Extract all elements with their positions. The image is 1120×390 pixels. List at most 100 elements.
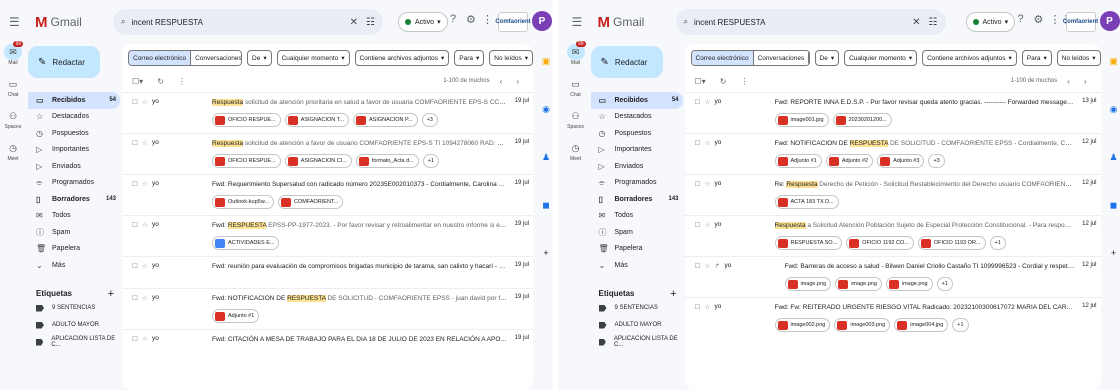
- more-attachments[interactable]: +3: [928, 154, 945, 168]
- attachment-chip[interactable]: OFICIO 1193 OR...: [917, 236, 986, 250]
- add-addon-icon[interactable]: +: [539, 244, 553, 262]
- filter-chip[interactable]: Cualquier momento ▾: [844, 50, 918, 66]
- scope-chip[interactable]: Correo electrónico: [691, 51, 754, 65]
- scope-chip[interactable]: Conversaciones: [753, 51, 809, 65]
- filter-chip[interactable]: De ▾: [247, 50, 272, 66]
- rail-item-meet[interactable]: ◷ Meet: [0, 140, 26, 163]
- filter-chip[interactable]: Contiene archivos adjuntos ▾: [354, 50, 450, 66]
- filter-chip[interactable]: Para ▾: [1021, 50, 1052, 66]
- sidebar-item-recibidos[interactable]: ▭ Recibidos 54: [28, 92, 120, 109]
- row-checkbox[interactable]: ☐: [695, 221, 705, 256]
- rail-item-meet[interactable]: ◷ Meet: [563, 140, 589, 163]
- more-attachments[interactable]: +1: [422, 154, 440, 168]
- star-icon[interactable]: ☆: [705, 221, 715, 256]
- compose-button[interactable]: ✎ Redactar: [590, 46, 663, 78]
- filter-chip[interactable]: No leídos ▾: [489, 50, 533, 66]
- sidebar-item-enviados[interactable]: ▷ Enviados: [591, 158, 683, 175]
- row-checkbox[interactable]: ☐: [695, 98, 705, 133]
- row-checkbox[interactable]: ☐: [132, 221, 142, 256]
- search-options-icon[interactable]: ☷: [366, 17, 375, 28]
- rail-item-chat[interactable]: ▭ Chat: [563, 76, 589, 99]
- sidebar-item-programados[interactable]: ⌯ Programados: [591, 175, 683, 192]
- attachment-chip[interactable]: ASIGNACION T...: [284, 113, 349, 127]
- sidebar-item-papelera[interactable]: 🗑 Papelera: [591, 241, 683, 258]
- attachment-chip[interactable]: image003.png: [834, 318, 891, 332]
- star-icon[interactable]: ☆: [705, 303, 715, 338]
- scope-chip[interactable]: Conversaciones: [191, 51, 241, 65]
- settings-gear-icon[interactable]: ⚙: [466, 13, 476, 26]
- select-all-checkbox[interactable]: ☐▾: [695, 77, 706, 86]
- star-icon[interactable]: ☆: [705, 98, 715, 133]
- gmail-logo[interactable]: M Gmail: [598, 14, 668, 31]
- table-row[interactable]: ☐ ☆ ↱ yo Fwd: Barreras de acceso a salud…: [684, 256, 1101, 297]
- sidebar-item-pospuestos[interactable]: ◷ Pospuestos: [591, 125, 683, 142]
- sidebar-item-todos[interactable]: ✉ Todos: [28, 208, 120, 225]
- star-icon[interactable]: ☆: [142, 98, 152, 133]
- attachment-chip[interactable]: image002.png: [774, 318, 831, 332]
- attachment-chip[interactable]: Adjunto #2: [825, 154, 874, 168]
- table-row[interactable]: ☐ ☆ yo Fwd: CITACIÓN A MESA DE TRABAJO P…: [122, 329, 533, 361]
- row-checkbox[interactable]: ☐: [132, 262, 142, 288]
- select-all-checkbox[interactable]: ☐▾: [132, 77, 143, 86]
- attachment-chip[interactable]: Adjunto #3: [877, 154, 925, 168]
- prev-page-icon[interactable]: ‹: [500, 77, 503, 86]
- attachment-chip[interactable]: RESPUESTA SO...: [774, 236, 843, 250]
- star-icon[interactable]: ☆: [142, 335, 152, 361]
- label-item[interactable]: ADULTO MAYOR: [591, 317, 683, 334]
- star-icon[interactable]: ☆: [705, 262, 715, 297]
- star-icon[interactable]: ☆: [142, 262, 152, 288]
- table-row[interactable]: ☐ ☆ yo Respuesta solicitud de atención a…: [122, 133, 533, 174]
- row-checkbox[interactable]: ☐: [132, 98, 142, 133]
- label-item[interactable]: APLICACION LISTA DE C...: [28, 334, 120, 351]
- status-button[interactable]: Activo ▾: [398, 12, 448, 32]
- star-icon[interactable]: ☆: [142, 294, 152, 329]
- scope-chip[interactable]: Correo electrónico: [129, 51, 192, 65]
- next-page-icon[interactable]: ›: [516, 77, 519, 86]
- more-options-icon[interactable]: ⋮: [740, 77, 748, 86]
- star-icon[interactable]: ☆: [705, 180, 715, 215]
- settings-gear-icon[interactable]: ⚙: [1034, 13, 1044, 26]
- star-icon[interactable]: ☆: [705, 139, 715, 174]
- attachment-chip[interactable]: formato_Acta d...: [355, 154, 419, 168]
- attachment-chip[interactable]: OFICIO 1192 CO...: [846, 236, 914, 250]
- star-icon[interactable]: ☆: [142, 221, 152, 256]
- search-icon[interactable]: ⌕: [684, 17, 688, 27]
- sidebar-item-importantes[interactable]: ▷ Importantes: [591, 142, 683, 159]
- filter-chip[interactable]: No leídos ▾: [1056, 50, 1101, 66]
- row-checkbox[interactable]: ☐: [695, 139, 705, 174]
- gmail-logo[interactable]: M Gmail: [35, 14, 105, 31]
- more-options-icon[interactable]: ⋮: [178, 77, 186, 86]
- sidebar-item-borradores[interactable]: ▯ Borradores 143: [591, 191, 683, 208]
- calendar-icon[interactable]: ▣: [1107, 52, 1120, 70]
- next-page-icon[interactable]: ›: [1084, 77, 1087, 86]
- keep-icon[interactable]: ◼: [539, 196, 553, 214]
- rail-item-spaces[interactable]: ⚇ Spaces: [563, 108, 589, 131]
- attachment-chip[interactable]: ACTA 183 TX D...: [774, 195, 839, 209]
- row-checkbox[interactable]: ☐: [695, 180, 705, 215]
- table-row[interactable]: ☐ ☆ yo Fwd: NOTIFICACION DE RESPUESTA DE…: [684, 133, 1101, 174]
- label-item[interactable]: APLICACION LISTA DE C...: [591, 334, 683, 351]
- attachment-chip[interactable]: OFICIO RESPUE...: [212, 154, 281, 168]
- more-attachments[interactable]: +1: [989, 236, 1006, 250]
- more-attachments[interactable]: +1: [952, 318, 969, 332]
- attachment-chip[interactable]: COMFAORIENT...: [277, 195, 344, 209]
- keep-icon[interactable]: ◼: [1107, 196, 1120, 214]
- rail-item-mail[interactable]: ✉ 99 Mail: [0, 41, 26, 66]
- attachment-chip[interactable]: image.png: [784, 277, 832, 291]
- clear-search-icon[interactable]: ✕: [350, 17, 358, 28]
- avatar[interactable]: P: [1099, 11, 1120, 31]
- star-icon[interactable]: ☆: [142, 139, 152, 174]
- row-checkbox[interactable]: ☐: [132, 139, 142, 174]
- search-input[interactable]: incent RESPUESTA: [694, 18, 904, 27]
- hamburger-icon[interactable]: ☰: [572, 15, 586, 29]
- search-bar[interactable]: ⌕ incent RESPUESTA ✕ ☷: [675, 9, 946, 35]
- table-row[interactable]: ☐ ☆ yo Re: Respuesta Derecho de Petición…: [684, 174, 1101, 215]
- sidebar-item-spam[interactable]: ⓘ Spam: [591, 224, 683, 241]
- attachment-chip[interactable]: ASIGNACION CI...: [284, 154, 352, 168]
- search-icon[interactable]: ⌕: [121, 17, 125, 27]
- contacts-icon[interactable]: ♟: [539, 148, 553, 166]
- attachment-chip[interactable]: ACTIVIDADES E...: [212, 236, 280, 250]
- sidebar-item-más[interactable]: ⌄ Más: [28, 257, 120, 274]
- label-item[interactable]: 9 SENTENCIAS: [591, 300, 683, 317]
- sidebar-item-destacados[interactable]: ☆ Destacados: [591, 109, 683, 126]
